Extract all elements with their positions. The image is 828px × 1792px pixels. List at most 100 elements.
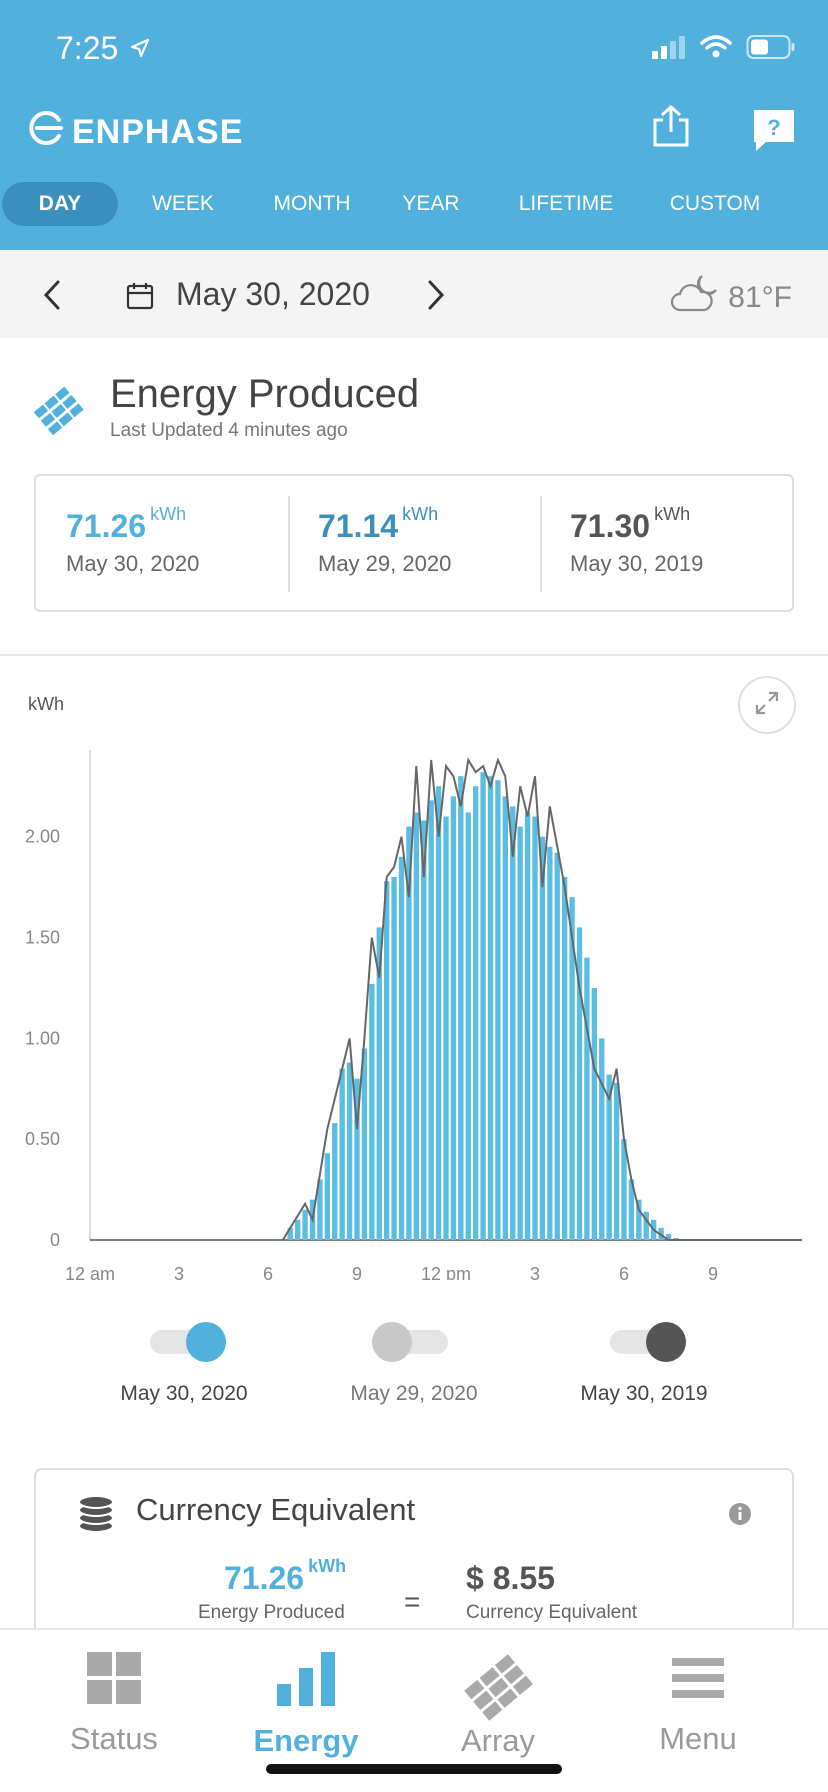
tab-label: Menu	[659, 1721, 737, 1756]
toggle-knob	[646, 1322, 686, 1362]
y-tick-label: 2.00	[25, 827, 60, 847]
legend-toggle-may-30-2020[interactable]	[150, 1322, 226, 1362]
bar	[369, 983, 375, 1240]
bar	[413, 812, 420, 1240]
x-tick-label: 12 pm	[421, 1264, 471, 1280]
energy-bars-icon	[275, 1650, 337, 1713]
bar	[302, 1209, 308, 1240]
divider	[288, 496, 290, 592]
coins-icon	[76, 1490, 116, 1539]
currency-energy-label: Energy Produced	[198, 1602, 345, 1623]
tab-energy[interactable]: Energy	[206, 1650, 406, 1759]
legend-label: May 29, 2020	[350, 1382, 478, 1405]
summary-item-last-year: 71.30 kWh May 30, 2019	[570, 504, 704, 577]
bar	[421, 820, 427, 1240]
summary-value: 71.26	[66, 508, 147, 544]
summary-unit: kWh	[654, 504, 691, 524]
bar	[332, 1123, 338, 1240]
y-tick-label: 1.50	[25, 928, 60, 948]
next-day-button[interactable]	[424, 278, 448, 317]
currency-money-label: Currency Equivalent	[466, 1602, 638, 1623]
bar	[517, 826, 523, 1240]
bar	[584, 957, 590, 1240]
bar	[391, 877, 397, 1240]
prev-day-button[interactable]	[40, 278, 64, 317]
location-arrow-icon	[130, 38, 150, 63]
bar	[465, 812, 471, 1240]
status-grid-icon	[85, 1650, 143, 1711]
summary-unit: kWh	[150, 504, 187, 524]
svg-text:?: ?	[767, 115, 780, 140]
tab-day[interactable]: DAY	[2, 182, 118, 226]
bar	[383, 881, 390, 1240]
calendar-icon[interactable]	[126, 282, 154, 315]
bar	[613, 1082, 620, 1240]
legend-toggle-may-29-2020[interactable]	[372, 1322, 448, 1362]
x-tick-label: 3	[530, 1264, 540, 1280]
tab-array[interactable]: Array	[398, 1650, 598, 1759]
expand-icon	[754, 690, 780, 721]
help-button[interactable]: ?	[752, 108, 796, 157]
summary-date: May 29, 2020	[318, 551, 452, 576]
wifi-icon	[700, 35, 732, 64]
period-tabs: DAY WEEK MONTH YEAR LIFETIME CUSTOM	[0, 178, 828, 230]
summary-date: May 30, 2019	[570, 551, 704, 576]
help-icon: ?	[752, 110, 796, 156]
home-indicator	[266, 1764, 562, 1774]
summary-date: May 30, 2020	[66, 551, 200, 576]
x-tick-label: 6	[619, 1264, 629, 1280]
status-indicators	[650, 34, 796, 65]
signal-icon	[650, 35, 686, 64]
tab-month[interactable]: MONTH	[246, 182, 378, 226]
legend-toggle-may-30-2019[interactable]	[610, 1322, 686, 1362]
tab-week[interactable]: WEEK	[126, 182, 240, 226]
bar	[532, 816, 538, 1240]
bar	[591, 987, 598, 1240]
energy-unit: kWh	[308, 1556, 347, 1576]
summary-item-today: 71.26 kWh May 30, 2020	[66, 504, 200, 577]
bar	[428, 800, 434, 1240]
x-tick-label: 6	[263, 1264, 273, 1280]
bar	[502, 796, 509, 1240]
chevron-right-icon	[424, 280, 448, 316]
bar	[398, 856, 405, 1240]
tab-custom[interactable]: CUSTOM	[644, 182, 786, 226]
tab-lifetime[interactable]: LIFETIME	[496, 182, 636, 226]
y-tick-label: 0	[50, 1230, 60, 1250]
y-tick-label: 1.00	[25, 1028, 60, 1048]
summary-unit: kWh	[402, 504, 439, 524]
bar	[450, 796, 457, 1240]
share-button[interactable]	[650, 104, 692, 153]
app-header: 7:25 ENPHASE ? DAY WEEK MONTH YEAR LIFET…	[0, 0, 828, 250]
tab-year[interactable]: YEAR	[378, 182, 484, 226]
expand-chart-button[interactable]	[738, 676, 796, 734]
x-tick-label: 3	[174, 1264, 184, 1280]
selected-date[interactable]: May 30, 2020	[176, 276, 370, 313]
summary-value: 71.30	[570, 508, 651, 544]
energy-chart: 0 0.50 1.00 1.50 2.00 12 am 3 6 9 12 pm 3 6 9	[25, 750, 802, 1280]
bar	[458, 776, 464, 1240]
bar	[480, 772, 486, 1240]
tab-label: Array	[460, 1723, 536, 1758]
currency-money-value: $ 8.55	[466, 1560, 555, 1596]
x-tick-label: 9	[708, 1264, 718, 1280]
summary-item-yesterday: 71.14 kWh May 29, 2020	[318, 504, 452, 577]
energy-summary: 71.26 kWh May 30, 2020 71.14 kWh May 29, 2…	[34, 474, 794, 612]
solar-panel-icon	[32, 380, 90, 443]
tab-menu[interactable]: Menu	[598, 1650, 798, 1757]
bar	[599, 1038, 605, 1240]
info-icon[interactable]	[728, 1502, 752, 1531]
brand-logo: ENPHASE	[28, 110, 243, 155]
divider	[540, 496, 542, 592]
x-tick-label: 9	[352, 1264, 362, 1280]
bar	[524, 812, 531, 1240]
tab-label: Energy	[253, 1723, 359, 1758]
tab-label: Status	[70, 1721, 158, 1756]
bar	[435, 786, 442, 1240]
energy-produced-title: Energy Produced	[110, 372, 420, 416]
last-updated: Last Updated 4 minutes ago	[110, 420, 348, 441]
y-tick-label: 0.50	[25, 1129, 60, 1149]
menu-lines-icon	[670, 1650, 726, 1711]
tab-status[interactable]: Status	[14, 1650, 214, 1757]
bar	[472, 786, 479, 1240]
